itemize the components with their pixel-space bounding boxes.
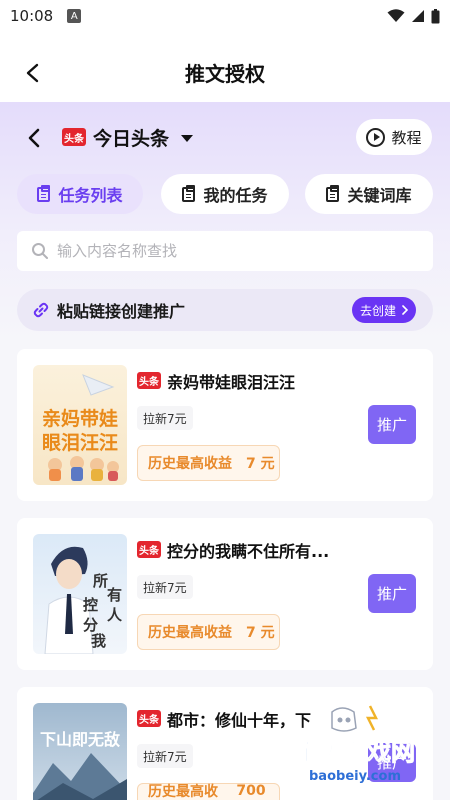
earnings-box: 历史最高收益 7 元: [137, 614, 280, 650]
promote-button[interactable]: 推广: [368, 574, 416, 613]
svg-text:下山即无敌: 下山即无敌: [40, 730, 120, 749]
chevron-right-icon: [402, 305, 408, 315]
book-cover: 亲妈带娃 眼泪汪汪: [33, 365, 127, 485]
status-bar: 10:08 A: [0, 0, 450, 32]
create-button-label: 去创建: [359, 303, 396, 318]
svg-text:眼泪汪汪: 眼泪汪汪: [42, 432, 118, 454]
site-watermark: 宝贝游戏网 baobeiy.com: [295, 705, 416, 784]
cover-art-1: 亲妈带娃 眼泪汪汪: [42, 374, 119, 481]
platform-badge: 头条: [137, 541, 161, 558]
svg-text:控: 控: [83, 596, 98, 614]
book-cover: 下山即无敌: [33, 703, 127, 800]
tutorial-label: 教程: [391, 128, 422, 147]
platform-badge: 头条: [137, 710, 161, 727]
play-icon: [366, 127, 386, 147]
tab-task-list[interactable]: 任务列表: [17, 174, 143, 214]
status-right: [387, 8, 440, 24]
platform-back-icon[interactable]: [26, 127, 42, 149]
status-time: 10:08: [10, 7, 54, 25]
svg-text:我: 我: [91, 632, 106, 650]
clipboard-icon: [182, 184, 196, 202]
cover-art-3: 下山即无敌: [33, 730, 127, 800]
battery-icon: [431, 8, 440, 23]
platform-logo-badge: 头条: [62, 128, 86, 146]
search-icon: [32, 243, 48, 259]
watermark-title: 宝贝游戏网: [295, 738, 415, 766]
paste-link-label: 粘贴链接创建推广: [57, 302, 186, 321]
notification-icon: A: [67, 9, 82, 23]
page-title: 推文授权: [185, 61, 265, 86]
reward-tag: 拉新7元: [137, 406, 193, 430]
task-title: 亲妈带娃眼泪汪汪: [167, 373, 296, 392]
search-bar: [17, 231, 433, 271]
caret-down-icon[interactable]: [181, 135, 193, 142]
task-title: 控分的我瞒不住所有...: [167, 542, 330, 561]
tab-label: 我的任务: [203, 186, 268, 205]
watermark-url: baobeiy.com: [309, 769, 401, 784]
signal-icon: [412, 10, 424, 22]
task-card[interactable]: 亲妈带娃 眼泪汪汪 头条 亲妈带娃眼泪汪汪 拉新7元 历史最高收益 7 元 推广: [17, 349, 433, 501]
earnings-box: 历史最高收益 700 元: [137, 783, 280, 800]
clipboard-icon: [326, 184, 340, 202]
platform-badge: 头条: [137, 372, 161, 389]
book-cover: 所 有 人 控 分 我: [33, 534, 127, 654]
svg-text:人: 人: [107, 606, 123, 624]
earnings-label: 历史最高收益: [148, 784, 218, 800]
svg-text:亲妈带娃: 亲妈带娃: [42, 407, 118, 430]
tab-label: 任务列表: [58, 186, 123, 205]
reward-tag: 拉新7元: [137, 744, 193, 768]
wifi-icon: [387, 9, 405, 22]
task-card[interactable]: 所 有 人 控 分 我 头条 控分的我瞒不住所有... 拉新7元 历史最高收益 …: [17, 518, 433, 670]
reward-tag: 拉新7元: [137, 575, 193, 599]
earnings-value: 7 元: [246, 625, 275, 641]
title-bar: 推文授权: [0, 32, 450, 102]
earnings-box: 历史最高收益 7 元: [137, 445, 280, 481]
earnings-label: 历史最高收益: [148, 625, 232, 641]
promote-button[interactable]: 推广: [368, 405, 416, 444]
tab-label: 关键词库: [347, 186, 412, 205]
earnings-value: 7 元: [246, 456, 275, 472]
svg-text:有: 有: [107, 586, 122, 604]
create-button[interactable]: 去创建: [352, 297, 416, 323]
link-icon: [33, 302, 49, 318]
clipboard-icon: [37, 184, 51, 202]
earnings-label: 历史最高收益: [148, 456, 232, 472]
platform-selector[interactable]: 今日头条: [93, 124, 169, 151]
back-arrow-icon[interactable]: [22, 62, 44, 84]
cover-art-2: 所 有 人 控 分 我: [44, 546, 123, 654]
tab-my-tasks[interactable]: 我的任务: [161, 174, 289, 214]
tutorial-button[interactable]: 教程: [356, 119, 432, 155]
search-input[interactable]: [57, 242, 397, 260]
paste-link-bar: 粘贴链接创建推广 去创建: [17, 289, 433, 331]
tab-bar: 任务列表 我的任务 关键词库: [0, 174, 450, 214]
tab-keyword-library[interactable]: 关键词库: [305, 174, 433, 214]
svg-text:所: 所: [93, 572, 108, 590]
